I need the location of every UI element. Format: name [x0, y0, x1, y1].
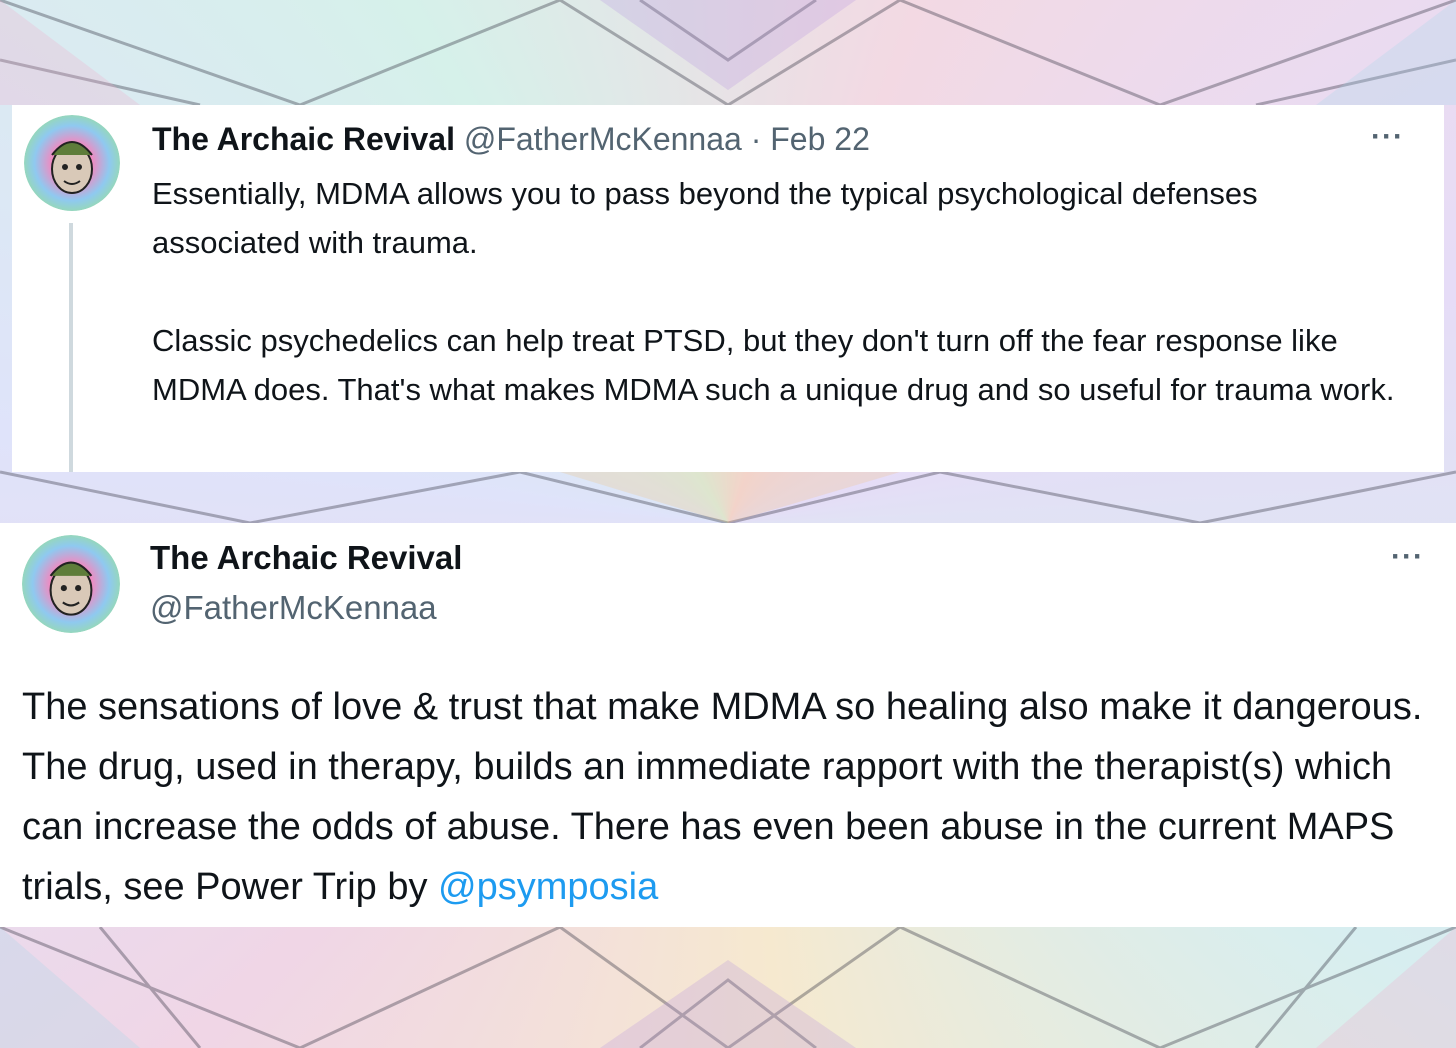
tweet-header: The Archaic Revival @FatherMcKennaa · Fe… [152, 117, 870, 161]
avatar[interactable] [24, 115, 120, 211]
tweet-text: Essentially, MDMA allows you to pass bey… [152, 169, 1412, 414]
display-name[interactable]: The Archaic Revival [150, 535, 462, 581]
tweet-paragraph: Classic psychedelics can help treat PTSD… [152, 323, 1395, 407]
more-horizontal-icon[interactable]: ··· [1391, 542, 1424, 572]
thread-connector-line [69, 223, 73, 472]
mention-link[interactable]: @psymposia [438, 866, 658, 908]
tweet-date[interactable]: Feb 22 [770, 121, 870, 157]
tweet-text: The sensations of love & trust that make… [22, 677, 1442, 917]
more-horizontal-icon[interactable]: ··· [1371, 122, 1404, 152]
separator-dot: · [750, 121, 762, 157]
tweet-text-body: The sensations of love & trust that make… [22, 686, 1423, 908]
user-handle[interactable]: @FatherMcKennaa [150, 585, 437, 631]
avatar-image [24, 115, 120, 211]
user-handle[interactable]: @FatherMcKennaa [464, 121, 742, 157]
display-name[interactable]: The Archaic Revival [152, 121, 455, 157]
tweet-card-parent[interactable]: The Archaic Revival @FatherMcKennaa · Fe… [12, 105, 1444, 472]
avatar-image [22, 535, 120, 633]
tweet-paragraph: Essentially, MDMA allows you to pass bey… [152, 176, 1258, 260]
tweet-card-main[interactable]: The Archaic Revival @FatherMcKennaa ··· … [0, 523, 1456, 927]
avatar[interactable] [22, 535, 120, 633]
